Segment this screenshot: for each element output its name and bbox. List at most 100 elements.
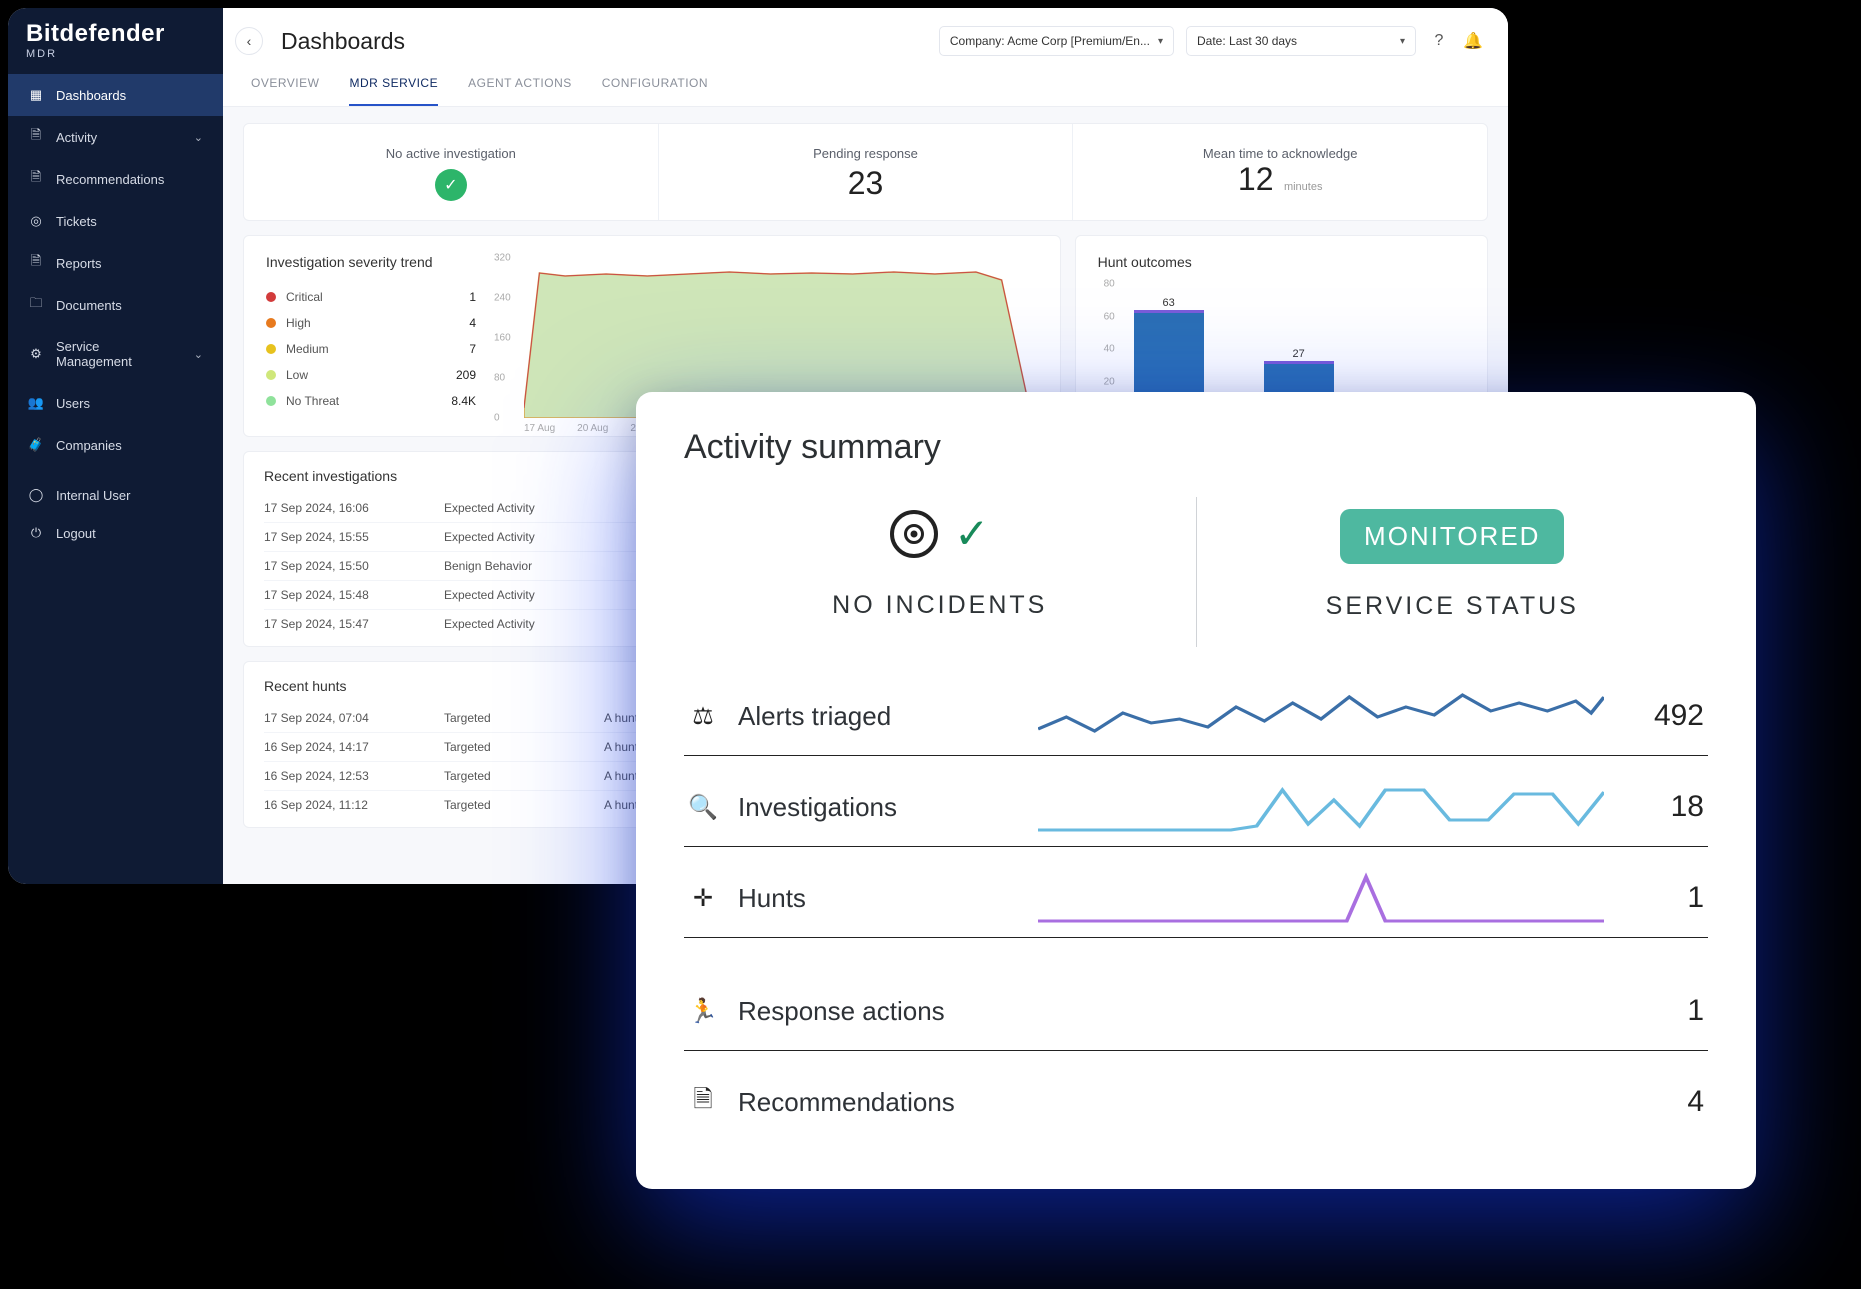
doc-icon: 🗎 xyxy=(28,171,44,187)
legend-item: High4 xyxy=(266,310,476,336)
file-icon: 🗎 xyxy=(28,129,44,145)
sidebar-item-logout[interactable]: ⏻ Logout xyxy=(8,514,223,552)
brand-subtitle: MDR xyxy=(26,48,205,60)
legend-item: Critical1 xyxy=(266,284,476,310)
incident-icon-group: ✓ xyxy=(890,509,989,558)
kpi-mtta: Mean time to acknowledge 12 minutes xyxy=(1072,124,1487,220)
nav-label: Internal User xyxy=(56,488,130,503)
bar: 63 xyxy=(1134,310,1204,400)
kpi-title: Mean time to acknowledge xyxy=(1083,146,1477,161)
topbar: ‹ Dashboards Company: Acme Corp [Premium… xyxy=(223,8,1508,66)
date-selector[interactable]: Date: Last 30 days ▾ xyxy=(1186,26,1416,56)
status-pill: MONITORED xyxy=(1340,509,1564,564)
nav-label: Documents xyxy=(56,298,122,313)
dot-icon xyxy=(266,318,276,328)
target-icon: ◎ xyxy=(28,213,44,229)
nav-label: Tickets xyxy=(56,214,97,229)
help-icon[interactable]: ? xyxy=(1428,32,1450,50)
overlay-title: Activity summary xyxy=(684,428,1708,467)
back-button[interactable]: ‹ xyxy=(235,27,263,55)
metric-list: ⚖ Alerts triaged 492 🔍 Investigations 18… xyxy=(684,673,1708,1141)
nav-label: Dashboards xyxy=(56,88,126,103)
metric-recommendations: 🗎 Recommendations 4 xyxy=(684,1059,1708,1141)
briefcase-icon: 🧳 xyxy=(28,437,44,453)
grid-icon: ▦ xyxy=(28,87,44,103)
company-selector[interactable]: Company: Acme Corp [Premium/En... ▾ xyxy=(939,26,1174,56)
metric-alerts-triaged: ⚖ Alerts triaged 492 xyxy=(684,673,1708,756)
chevron-down-icon: ▾ xyxy=(1158,36,1163,47)
page-title: Dashboards xyxy=(281,28,405,55)
sliders-icon: ⚖ xyxy=(688,702,718,731)
sidebar-item-companies[interactable]: 🧳 Companies xyxy=(8,424,223,466)
tabs: OVERVIEW MDR SERVICE AGENT ACTIONS CONFI… xyxy=(223,66,1508,107)
overlay-right-label: SERVICE STATUS xyxy=(1207,592,1699,621)
kpi-value: 12 xyxy=(1238,161,1274,197)
dot-icon xyxy=(266,396,276,406)
tab-overview[interactable]: OVERVIEW xyxy=(251,66,319,106)
sidebar-item-dashboards[interactable]: ▦ Dashboards xyxy=(8,74,223,116)
nav-label: Users xyxy=(56,396,90,411)
metric-hunts: ✛ Hunts 1 xyxy=(684,855,1708,938)
sidebar-item-activity[interactable]: 🗎 Activity ⌄ xyxy=(8,116,223,158)
sidebar-item-documents[interactable]: 🗀 Documents xyxy=(8,284,223,326)
chevron-down-icon: ⌄ xyxy=(194,131,203,144)
nav-label: Logout xyxy=(56,526,96,541)
kpi-title: No active investigation xyxy=(254,146,648,161)
sparkline xyxy=(1038,689,1604,743)
tab-agent-actions[interactable]: AGENT ACTIONS xyxy=(468,66,572,106)
sidebar-item-users[interactable]: 👥 Users xyxy=(8,382,223,424)
metric-investigations: 🔍 Investigations 18 xyxy=(684,764,1708,847)
person-run-icon: 🏃 xyxy=(688,997,718,1026)
tab-configuration[interactable]: CONFIGURATION xyxy=(602,66,708,106)
kpi-title: Pending response xyxy=(669,146,1063,161)
kpi-value: 23 xyxy=(669,165,1063,202)
date-selector-label: Date: Last 30 days xyxy=(1197,34,1297,48)
sidebar-item-tickets[interactable]: ◎ Tickets xyxy=(8,200,223,242)
overlay-left-label: NO INCIDENTS xyxy=(694,591,1186,620)
nav: ▦ Dashboards 🗎 Activity ⌄ 🗎 Recommendati… xyxy=(8,74,223,468)
sparkline xyxy=(1038,780,1604,834)
chevron-down-icon: ▾ xyxy=(1400,36,1405,47)
nav-label: Activity xyxy=(56,130,97,145)
brand: Bitdefender MDR xyxy=(8,8,223,66)
dot-icon xyxy=(266,344,276,354)
legend-item: Medium7 xyxy=(266,336,476,362)
bell-icon[interactable]: 🔔 xyxy=(1462,31,1484,51)
sidebar: Bitdefender MDR ▦ Dashboards 🗎 Activity … xyxy=(8,8,223,884)
check-circle-icon: ✓ xyxy=(435,169,467,201)
magnifier-icon: 🔍 xyxy=(688,793,718,822)
gear-icon: ⚙ xyxy=(28,346,44,362)
overlay-incidents-col: ✓ NO INCIDENTS xyxy=(684,497,1196,647)
sidebar-item-internal-user[interactable]: ◯ Internal User xyxy=(8,476,223,514)
company-selector-label: Company: Acme Corp [Premium/En... xyxy=(950,34,1150,48)
legend: Critical1 High4 Medium7 Low209 No Threat… xyxy=(266,284,476,414)
panel-title: Hunt outcomes xyxy=(1098,254,1465,270)
check-icon: ✓ xyxy=(954,509,989,558)
page-icon: 🗎 xyxy=(28,255,44,271)
nav-label: Recommendations xyxy=(56,172,164,187)
overlay-status-row: ✓ NO INCIDENTS MONITORED SERVICE STATUS xyxy=(684,497,1708,647)
power-icon: ⏻ xyxy=(28,525,44,541)
nav-label: Companies xyxy=(56,438,122,453)
kpi-no-active-investigation: No active investigation ✓ xyxy=(244,124,658,220)
legend-item: No Threat8.4K xyxy=(266,388,476,414)
chevron-down-icon: ⌄ xyxy=(194,348,203,361)
dot-icon xyxy=(266,370,276,380)
brand-name: Bitdefender xyxy=(26,20,205,48)
dot-icon xyxy=(266,292,276,302)
legend-item: Low209 xyxy=(266,362,476,388)
sparkline xyxy=(1038,871,1604,925)
activity-summary-card: Activity summary ✓ NO INCIDENTS MONITORE… xyxy=(636,392,1756,1189)
sidebar-item-reports[interactable]: 🗎 Reports xyxy=(8,242,223,284)
crosshair-icon: ✛ xyxy=(688,884,718,913)
kpi-unit: minutes xyxy=(1284,181,1323,193)
folder-icon: 🗀 xyxy=(28,297,44,313)
metric-response-actions: 🏃 Response actions 1 xyxy=(684,968,1708,1051)
user-circle-icon: ◯ xyxy=(28,487,44,503)
doc-check-icon: 🗎 xyxy=(688,1082,718,1123)
nav-label: Reports xyxy=(56,256,102,271)
sidebar-item-recommendations[interactable]: 🗎 Recommendations xyxy=(8,158,223,200)
kpi-pending-response: Pending response 23 xyxy=(658,124,1073,220)
sidebar-item-service-management[interactable]: ⚙ Service Management ⌄ xyxy=(8,326,223,382)
tab-mdr-service[interactable]: MDR SERVICE xyxy=(349,66,438,106)
